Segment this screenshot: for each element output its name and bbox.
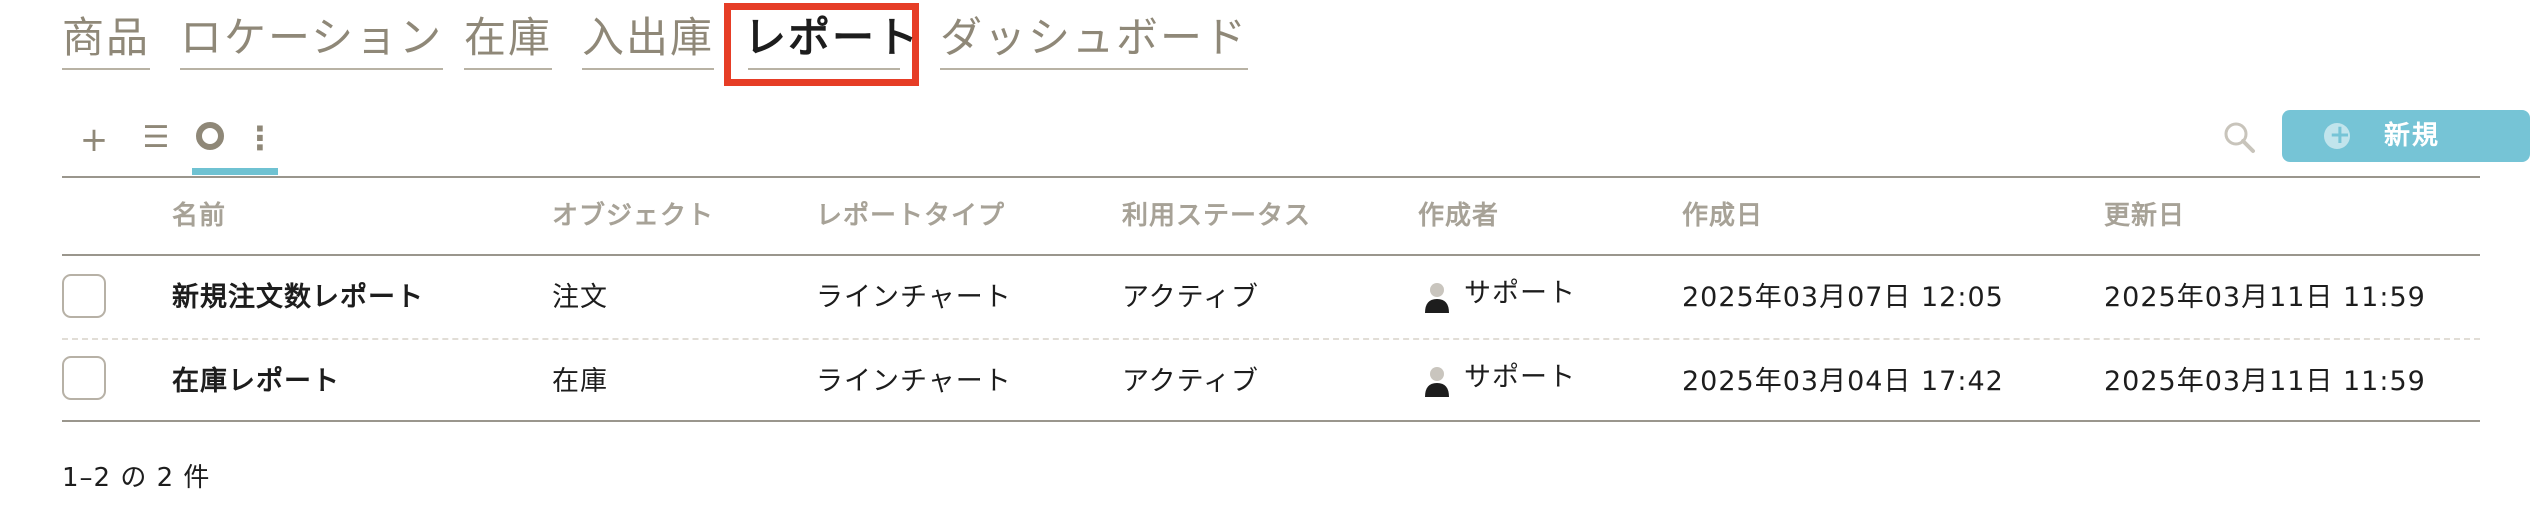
column-header-object[interactable]: オブジェクト — [552, 198, 714, 234]
nav-tab-reports[interactable]: レポート — [744, 10, 920, 68]
row-name[interactable]: 在庫レポート — [172, 364, 340, 400]
list-view-icon[interactable]: ☰ — [136, 118, 176, 158]
column-header-creator[interactable]: 作成者 — [1418, 198, 1499, 234]
row-report-type: ラインチャート — [816, 366, 1012, 397]
table-bottom-rule — [62, 420, 2480, 422]
column-header-created[interactable]: 作成日 — [1682, 198, 1763, 234]
nav-tab-dashboard[interactable]: ダッシュボード — [940, 10, 1249, 70]
row-object: 在庫 — [552, 366, 608, 397]
row-status: アクティブ — [1122, 366, 1260, 397]
nav-tab-products[interactable]: 商品 — [62, 10, 151, 70]
new-button-label: 新規 — [2384, 121, 2441, 151]
active-tab-underline — [748, 68, 900, 70]
column-header-report-type[interactable]: レポートタイプ — [816, 198, 1005, 234]
user-icon — [1425, 367, 1449, 397]
add-icon[interactable]: + — [74, 120, 114, 160]
table-top-rule — [62, 176, 2480, 178]
row-checkbox[interactable] — [62, 356, 106, 400]
nav-tab-stock-movements[interactable]: 入出庫 — [582, 10, 715, 70]
column-header-name[interactable]: 名前 — [172, 198, 226, 234]
column-header-updated[interactable]: 更新日 — [2104, 198, 2185, 234]
circle-view-icon[interactable] — [196, 122, 224, 150]
plus-icon: + — [2329, 120, 2351, 150]
row-status: アクティブ — [1122, 282, 1260, 313]
user-icon — [1425, 283, 1449, 313]
active-view-indicator — [192, 168, 278, 175]
pagination-info: 1–2 の 2 件 — [62, 463, 211, 493]
row-name[interactable]: 新規注文数レポート — [172, 280, 424, 316]
row-report-type: ラインチャート — [816, 282, 1012, 313]
row-object: 注文 — [552, 282, 608, 313]
row-checkbox[interactable] — [62, 274, 106, 318]
column-header-status[interactable]: 利用ステータス — [1122, 198, 1311, 234]
nav-tab-inventory[interactable]: 在庫 — [464, 10, 553, 70]
row-creator: サポート — [1464, 362, 1576, 393]
row-created-date: 2025年03月04日 17:42 — [1682, 366, 2004, 397]
row-creator: サポート — [1464, 278, 1576, 309]
new-report-button[interactable]: + 新規 — [2282, 110, 2530, 162]
search-icon[interactable] — [2222, 120, 2256, 154]
more-options-icon[interactable]: ⋮ — [244, 118, 276, 158]
nav-tab-locations[interactable]: ロケーション — [180, 10, 444, 70]
row-updated-date: 2025年03月11日 11:59 — [2104, 282, 2426, 313]
row-updated-date: 2025年03月11日 11:59 — [2104, 366, 2426, 397]
row-created-date: 2025年03月07日 12:05 — [1682, 282, 2004, 313]
